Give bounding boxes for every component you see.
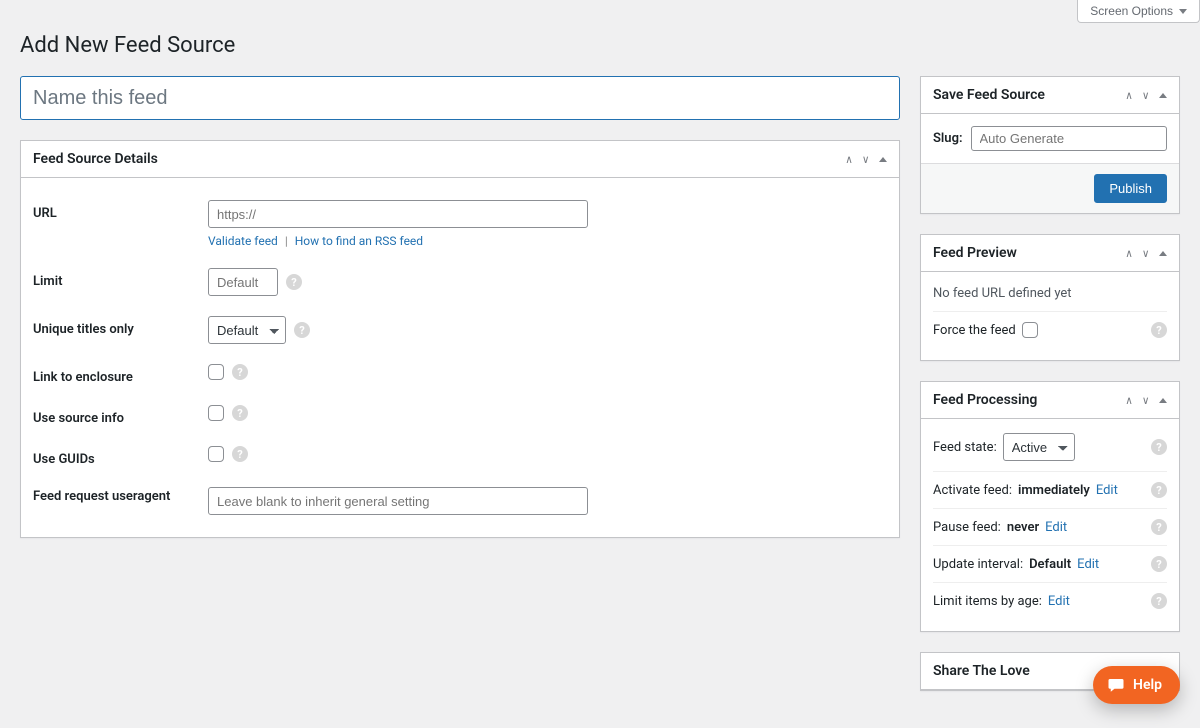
- box-order-down[interactable]: ∨: [1138, 85, 1153, 106]
- feed-title-input[interactable]: [20, 76, 900, 120]
- feed-state-label: Feed state:: [933, 440, 997, 455]
- chevron-up-icon: ∧: [1126, 89, 1133, 102]
- box-order-down[interactable]: ∨: [858, 149, 873, 170]
- activate-feed-edit-link[interactable]: Edit: [1096, 483, 1118, 498]
- help-fab-label: Help: [1133, 677, 1162, 693]
- help-icon[interactable]: ?: [1151, 593, 1167, 609]
- url-label: URL: [33, 200, 208, 221]
- chevron-down-icon: ∨: [1142, 89, 1149, 102]
- limit-label: Limit: [33, 268, 208, 289]
- caret-up-icon: [879, 157, 887, 162]
- pause-feed-label: Pause feed:: [933, 520, 1001, 535]
- force-feed-label: Force the feed: [933, 323, 1016, 338]
- url-input[interactable]: [208, 200, 588, 228]
- unique-titles-label: Unique titles only: [33, 316, 208, 337]
- link-enclosure-label: Link to enclosure: [33, 364, 208, 385]
- box-toggle[interactable]: [1155, 85, 1171, 105]
- screen-options-toggle[interactable]: Screen Options: [1077, 0, 1200, 23]
- feed-state-select[interactable]: Active: [1003, 433, 1075, 461]
- help-icon[interactable]: ?: [1151, 482, 1167, 498]
- feed-preview-title: Feed Preview: [921, 235, 1029, 271]
- no-feed-message: No feed URL defined yet: [933, 286, 1072, 301]
- force-feed-checkbox[interactable]: [1022, 322, 1038, 338]
- link-enclosure-checkbox[interactable]: [208, 364, 224, 380]
- chevron-down-icon: [1179, 9, 1187, 14]
- use-guids-label: Use GUIDs: [33, 446, 208, 467]
- chat-bubble-icon: [1107, 676, 1125, 694]
- feed-processing-title: Feed Processing: [921, 382, 1049, 418]
- box-toggle[interactable]: [875, 149, 891, 169]
- update-interval-label: Update interval:: [933, 557, 1023, 572]
- share-box-title: Share The Love: [921, 653, 1042, 689]
- slug-label: Slug:: [933, 131, 963, 146]
- help-icon[interactable]: ?: [286, 274, 302, 290]
- box-order-down[interactable]: ∨: [1138, 390, 1153, 411]
- help-icon[interactable]: ?: [232, 405, 248, 421]
- pause-feed-value: never: [1007, 520, 1039, 535]
- help-icon[interactable]: ?: [294, 322, 310, 338]
- validate-feed-link[interactable]: Validate feed: [208, 234, 278, 248]
- use-guids-checkbox[interactable]: [208, 446, 224, 462]
- save-feed-source-box: Save Feed Source ∧ ∨ Slug: Publish: [920, 76, 1180, 214]
- chevron-down-icon: ∨: [862, 153, 869, 166]
- feed-source-details-box: Feed Source Details ∧ ∨ URL Validate fee…: [20, 140, 900, 538]
- screen-options-label: Screen Options: [1090, 4, 1173, 18]
- help-fab-button[interactable]: Help: [1093, 666, 1180, 704]
- feed-processing-box: Feed Processing ∧ ∨ Feed state: Active: [920, 381, 1180, 632]
- activate-feed-label: Activate feed:: [933, 483, 1012, 498]
- chevron-up-icon: ∧: [1126, 247, 1133, 260]
- page-title: Add New Feed Source: [20, 33, 1180, 58]
- help-icon[interactable]: ?: [232, 446, 248, 462]
- howto-rss-link[interactable]: How to find an RSS feed: [295, 234, 423, 248]
- slug-input[interactable]: [971, 126, 1167, 151]
- unique-titles-select[interactable]: Default: [208, 316, 286, 344]
- help-icon[interactable]: ?: [232, 364, 248, 380]
- help-icon[interactable]: ?: [1151, 439, 1167, 455]
- use-source-info-label: Use source info: [33, 405, 208, 426]
- update-interval-edit-link[interactable]: Edit: [1077, 557, 1099, 572]
- caret-up-icon: [1159, 93, 1167, 98]
- useragent-input[interactable]: [208, 487, 588, 515]
- useragent-label: Feed request useragent: [33, 487, 208, 504]
- separator: |: [285, 234, 288, 248]
- chevron-up-icon: ∧: [846, 153, 853, 166]
- use-source-info-checkbox[interactable]: [208, 405, 224, 421]
- chevron-up-icon: ∧: [1126, 394, 1133, 407]
- update-interval-value: Default: [1029, 557, 1071, 572]
- box-toggle[interactable]: [1155, 243, 1171, 263]
- feed-preview-box: Feed Preview ∧ ∨ No feed URL defined yet…: [920, 234, 1180, 361]
- help-icon[interactable]: ?: [1151, 556, 1167, 572]
- activate-feed-value: immediately: [1018, 483, 1090, 498]
- box-order-up[interactable]: ∧: [1122, 390, 1137, 411]
- help-icon[interactable]: ?: [1151, 519, 1167, 535]
- box-order-down[interactable]: ∨: [1138, 243, 1153, 264]
- limit-age-edit-link[interactable]: Edit: [1048, 594, 1070, 609]
- box-order-up[interactable]: ∧: [1122, 243, 1137, 264]
- caret-up-icon: [1159, 251, 1167, 256]
- limit-input[interactable]: [208, 268, 278, 296]
- box-toggle[interactable]: [1155, 390, 1171, 410]
- box-order-up[interactable]: ∧: [1122, 85, 1137, 106]
- help-icon[interactable]: ?: [1151, 322, 1167, 338]
- pause-feed-edit-link[interactable]: Edit: [1045, 520, 1067, 535]
- chevron-down-icon: ∨: [1142, 247, 1149, 260]
- feed-source-details-title: Feed Source Details: [21, 141, 170, 177]
- limit-age-label: Limit items by age:: [933, 594, 1042, 609]
- box-order-up[interactable]: ∧: [842, 149, 857, 170]
- publish-button[interactable]: Publish: [1094, 174, 1167, 203]
- caret-up-icon: [1159, 398, 1167, 403]
- chevron-down-icon: ∨: [1142, 394, 1149, 407]
- save-box-title: Save Feed Source: [921, 77, 1057, 113]
